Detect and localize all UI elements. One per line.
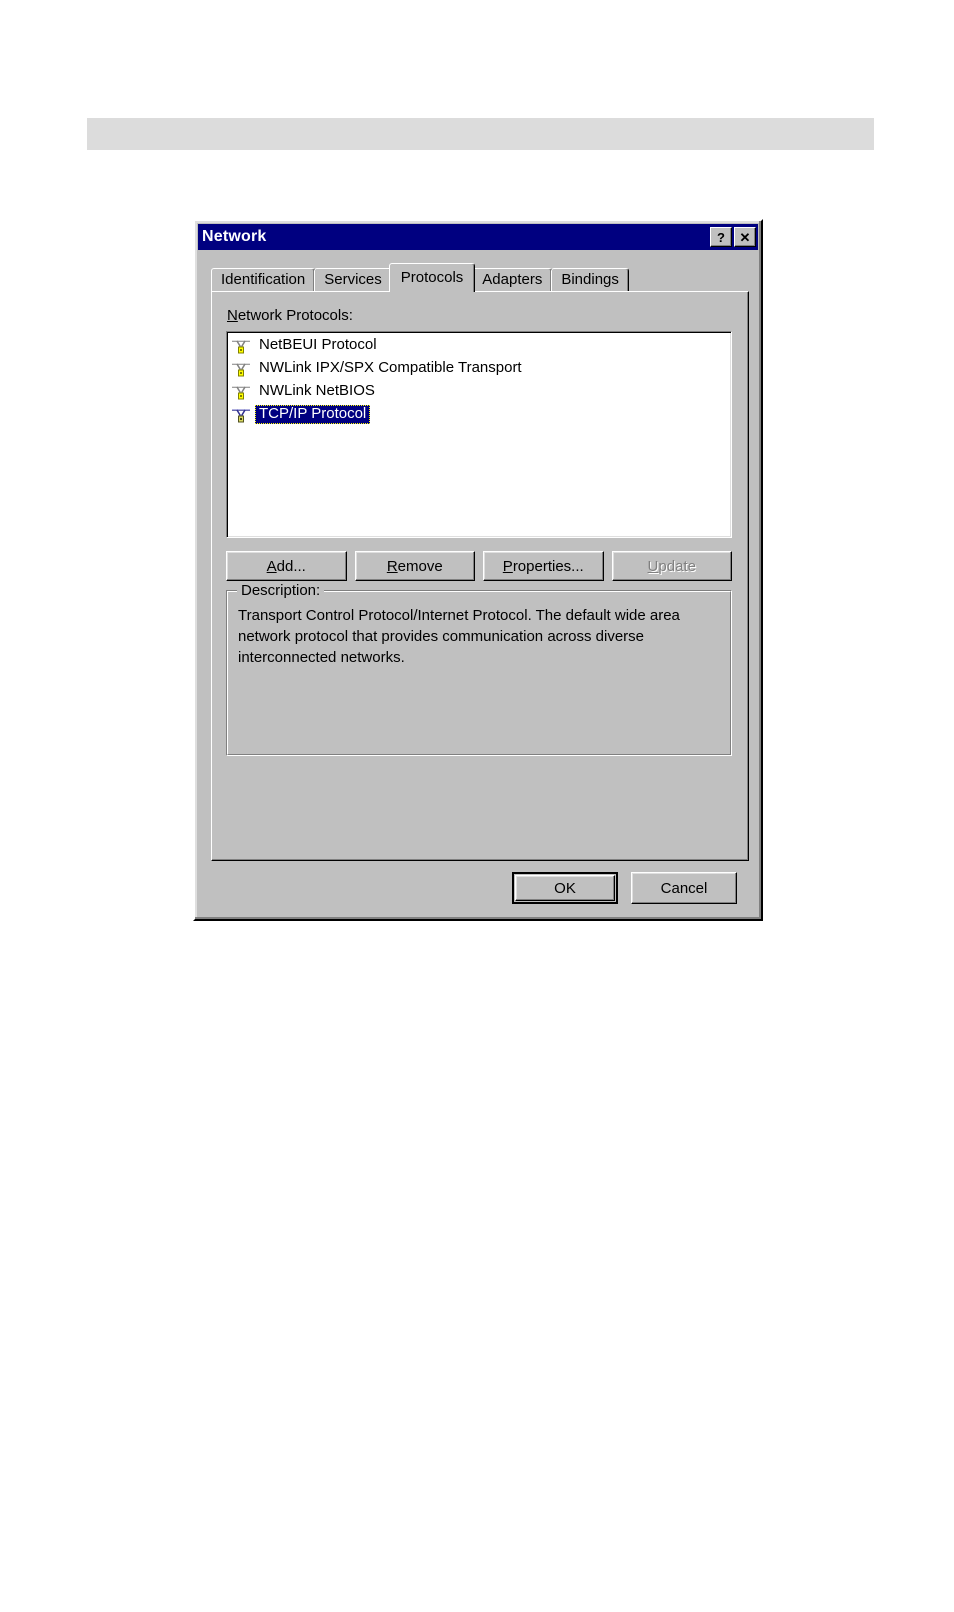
remove-button-label: emove [397, 557, 443, 575]
list-item[interactable]: NWLink IPX/SPX Compatible Transport [229, 357, 731, 380]
ok-button-default-frame: OK [512, 872, 618, 904]
update-button: Update [611, 551, 732, 581]
description-groupbox: Description: Transport Control Protocol/… [226, 582, 732, 756]
dialog-titlebar: Network ? ✕ [198, 224, 758, 250]
network-protocol-icon [231, 336, 251, 356]
network-protocols-label-accel: N [227, 307, 238, 324]
ok-button[interactable]: OK [515, 875, 615, 901]
properties-button[interactable]: Properties... [483, 551, 604, 581]
protocol-action-buttons: Add... Remove Properties... Update [226, 551, 732, 581]
tab-bindings[interactable]: Bindings [551, 268, 629, 292]
protocols-tab-panel: Network Protocols: NetBEUI Protocol NWLi… [211, 291, 749, 861]
remove-button-accel: R [386, 557, 398, 575]
network-protocol-icon [231, 382, 251, 402]
tab-strip: Identification Services Protocols Adapte… [211, 263, 745, 292]
network-dialog: Network ? ✕ Identification Services Prot… [193, 219, 763, 921]
properties-button-accel: P [502, 557, 513, 575]
list-item[interactable]: TCP/IP Protocol [229, 403, 731, 426]
dialog-footer-buttons: OK Cancel [512, 872, 737, 904]
protocol-listbox[interactable]: NetBEUI Protocol NWLink IPX/SPX Compatib… [226, 331, 732, 538]
network-protocols-label: Network Protocols: [227, 307, 353, 324]
tab-protocols[interactable]: Protocols [388, 263, 476, 292]
close-icon[interactable]: ✕ [734, 227, 756, 247]
add-button-label: dd... [276, 557, 306, 575]
tab-identification[interactable]: Identification [211, 268, 316, 292]
help-icon[interactable]: ? [710, 227, 732, 247]
page-banner-bar [87, 118, 874, 150]
list-item-label: TCP/IP Protocol [255, 405, 371, 424]
list-item-label: NWLink NetBIOS [259, 382, 375, 399]
properties-button-label: roperties... [512, 557, 584, 575]
tab-adapters[interactable]: Adapters [472, 268, 553, 292]
titlebar-button-group: ? ✕ [710, 227, 756, 247]
list-item-label: NetBEUI Protocol [259, 336, 377, 353]
add-button-accel: A [266, 557, 277, 575]
update-button-label: pdate [658, 557, 696, 575]
list-item-label: NWLink IPX/SPX Compatible Transport [259, 359, 522, 376]
list-item[interactable]: NWLink NetBIOS [229, 380, 731, 403]
remove-button[interactable]: Remove [354, 551, 475, 581]
update-button-accel: U [647, 557, 659, 575]
description-text: Transport Control Protocol/Internet Prot… [238, 607, 680, 666]
add-button[interactable]: Add... [226, 551, 347, 581]
description-groupbox-title: Description: [237, 582, 325, 599]
tab-services[interactable]: Services [314, 268, 392, 292]
cancel-button[interactable]: Cancel [631, 872, 737, 904]
dialog-title: Network [202, 228, 267, 245]
network-protocols-label-rest: etwork Protocols: [237, 307, 353, 324]
network-protocol-icon [231, 405, 251, 425]
list-item[interactable]: NetBEUI Protocol [229, 334, 731, 357]
network-protocol-icon [231, 359, 251, 379]
